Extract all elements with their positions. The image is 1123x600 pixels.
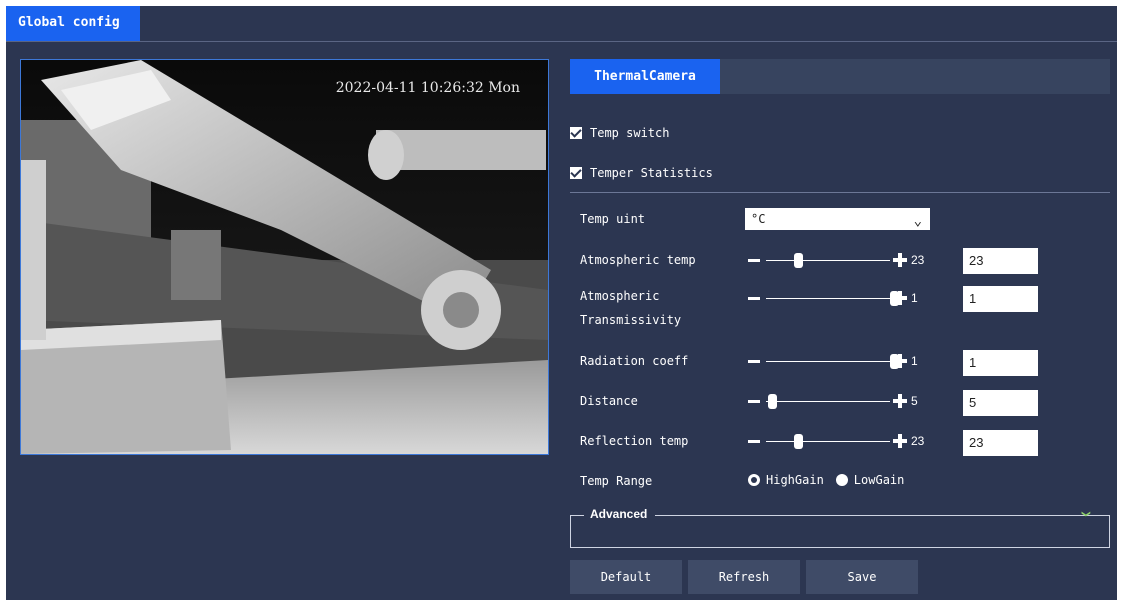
default-button[interactable]: Default: [570, 560, 682, 594]
advanced-section: [570, 515, 1110, 548]
reflection-temp-label: Reflection temp: [580, 434, 689, 448]
temp-unit-label: Temp uint: [580, 212, 646, 226]
radiation-coeff-slider[interactable]: 1: [748, 351, 938, 371]
slider-value: 23: [911, 253, 925, 267]
atmospheric-transmissivity-label-line1: Atmospheric: [580, 289, 660, 303]
slider-track[interactable]: [766, 441, 890, 442]
tab-thermal-camera[interactable]: ThermalCamera: [570, 59, 720, 94]
atmospheric-temp-slider[interactable]: 23: [748, 250, 938, 270]
minus-icon[interactable]: [748, 440, 760, 443]
slider-thumb[interactable]: [794, 253, 803, 268]
minus-icon[interactable]: [748, 259, 760, 262]
temper-statistics-label: Temper Statistics: [590, 166, 713, 180]
highgain-radio[interactable]: [748, 474, 760, 486]
plus-icon[interactable]: [893, 253, 907, 267]
plus-icon[interactable]: [893, 394, 907, 408]
plus-icon[interactable]: [893, 291, 907, 305]
video-timestamp: 2022-04-11 10:26:32 Mon: [335, 80, 520, 96]
temper-statistics-checkbox[interactable]: [570, 167, 582, 179]
slider-value: 1: [911, 291, 918, 305]
chevron-down-icon: ⌄: [913, 213, 922, 229]
distance-label: Distance: [580, 394, 638, 408]
thermal-video-preview: 2022-04-11 10:26:32 Mon: [20, 59, 549, 455]
temp-unit-select[interactable]: °C ⌄: [745, 208, 930, 230]
atmospheric-transmissivity-slider[interactable]: 1: [748, 288, 938, 308]
atmospheric-temp-input[interactable]: 23: [963, 248, 1038, 274]
temp-switch-checkbox[interactable]: [570, 127, 582, 139]
thermal-image: [21, 60, 548, 454]
slider-track[interactable]: [766, 361, 890, 362]
radiation-coeff-label: Radiation coeff: [580, 354, 689, 368]
save-button[interactable]: Save: [806, 560, 918, 594]
temp-range-radio-group: HighGain LowGain: [748, 473, 904, 487]
atmospheric-temp-label: Atmospheric temp: [580, 253, 696, 267]
temp-range-label: Temp Range: [580, 474, 653, 488]
atmospheric-transmissivity-label-line2: Transmissivity: [580, 313, 682, 327]
temp-switch-label: Temp switch: [590, 126, 670, 140]
slider-track[interactable]: [766, 298, 890, 299]
camera-tab-bar: ThermalCamera: [570, 59, 1110, 94]
slider-value: 1: [911, 354, 918, 368]
minus-icon[interactable]: [748, 360, 760, 363]
temp-switch-row[interactable]: Temp switch: [570, 126, 669, 140]
reflection-temp-input[interactable]: 23: [963, 430, 1038, 456]
top-tab-bar: Global config: [6, 6, 1117, 42]
slider-track[interactable]: [766, 260, 890, 261]
minus-icon[interactable]: [748, 400, 760, 403]
distance-input[interactable]: 5: [963, 390, 1038, 416]
temper-statistics-row[interactable]: Temper Statistics: [570, 166, 713, 180]
lowgain-radio[interactable]: [835, 474, 848, 486]
advanced-border-right: [655, 515, 1110, 516]
temp-unit-value: °C: [751, 212, 766, 226]
slider-track[interactable]: [766, 401, 890, 402]
section-divider: [570, 192, 1110, 193]
reflection-temp-slider[interactable]: 23: [748, 431, 938, 451]
radiation-coeff-input[interactable]: 1: [963, 350, 1038, 376]
tab-global-config[interactable]: Global config: [6, 6, 140, 41]
atmospheric-transmissivity-input[interactable]: 1: [963, 286, 1038, 312]
advanced-title: Advanced: [590, 507, 648, 521]
lowgain-label: LowGain: [853, 473, 905, 487]
slider-thumb[interactable]: [794, 434, 803, 449]
minus-icon[interactable]: [748, 297, 760, 300]
plus-icon[interactable]: [893, 434, 907, 448]
atmospheric-transmissivity-label: Atmospheric Transmissivity: [580, 284, 681, 332]
slider-thumb[interactable]: [768, 394, 778, 409]
advanced-border-left: [570, 515, 584, 516]
slider-value: 5: [911, 394, 918, 408]
slider-value: 23: [911, 434, 925, 448]
refresh-button[interactable]: Refresh: [688, 560, 800, 594]
highgain-label: HighGain: [766, 473, 824, 487]
plus-icon[interactable]: [893, 354, 907, 368]
double-chevron-down-icon[interactable]: ❯: [1080, 510, 1094, 517]
distance-slider[interactable]: 5: [748, 391, 938, 411]
